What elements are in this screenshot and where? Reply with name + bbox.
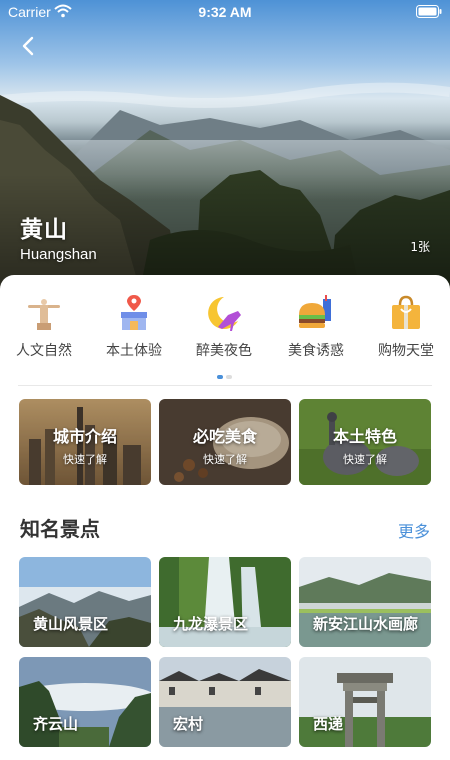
page-dot-active (217, 375, 223, 379)
attractions-grid: 黄山风景区 九龙瀑景区 新安江山水画廊 齐云山 宏村 西递 (19, 557, 432, 747)
feature-title: 必吃美食 (192, 427, 257, 446)
category-label: 人文自然 (16, 343, 72, 359)
back-button[interactable] (14, 32, 42, 60)
destination-name-en: Huangshan (20, 246, 97, 263)
feature-subtitle: 快速了解 (203, 453, 247, 466)
attraction-name: 西递 (313, 715, 344, 733)
chevron-left-icon (22, 36, 34, 56)
content-sheet: 人文自然 本土体验 醉美夜色 美食诱惑 购物天堂 城市介绍 快速了解 必吃美食 … (0, 275, 450, 760)
attraction-card[interactable]: 九龙瀑景区 (159, 557, 291, 647)
category-row: 人文自然 本土体验 醉美夜色 美食诱惑 购物天堂 (0, 293, 450, 363)
category-item[interactable]: 美食诱惑 (276, 293, 356, 363)
category-item[interactable]: 本土体验 (94, 293, 174, 363)
destination-name: 黄山 (20, 217, 68, 243)
more-link[interactable]: 更多 (398, 518, 430, 542)
category-label: 醉美夜色 (196, 343, 252, 359)
category-item[interactable]: 购物天堂 (366, 293, 446, 363)
statue-icon (28, 299, 60, 330)
feature-text: 本土特色 快速了解 (299, 423, 431, 467)
section-title: 知名景点 (20, 517, 100, 541)
feature-subtitle: 快速了解 (343, 453, 387, 466)
feature-subtitle: 快速了解 (63, 453, 107, 466)
divider (18, 385, 432, 386)
moon-heel-icon (208, 297, 241, 331)
category-item[interactable]: 人文自然 (4, 293, 84, 363)
feature-row: 城市介绍 快速了解 必吃美食 快速了解 本土特色 快速了解 (19, 399, 432, 485)
page-dot (226, 375, 232, 379)
feature-card-city[interactable]: 城市介绍 快速了解 (19, 399, 151, 485)
feature-text: 城市介绍 快速了解 (19, 423, 151, 467)
category-label: 美食诱惑 (288, 343, 344, 359)
shopping-bag-icon (392, 295, 420, 329)
burger-icon (299, 295, 331, 328)
feature-card-food[interactable]: 必吃美食 快速了解 (159, 399, 291, 485)
feature-card-local[interactable]: 本土特色 快速了解 (299, 399, 431, 485)
category-label: 本土体验 (106, 343, 162, 359)
destination-title: 黄山 Huangshan (20, 210, 97, 263)
photo-count[interactable]: 1张 (410, 238, 430, 255)
attraction-card[interactable]: 西递 (299, 657, 431, 747)
hero-banner: Carrier 9:32 AM 黄山 Huangshan 1张 (0, 0, 450, 290)
feature-title: 城市介绍 (52, 427, 117, 446)
attraction-name: 黄山风景区 (33, 615, 109, 633)
category-label: 购物天堂 (378, 343, 434, 359)
page-indicator (215, 375, 235, 379)
attraction-name: 九龙瀑景区 (173, 615, 249, 633)
status-bar: Carrier 9:32 AM (0, 0, 450, 24)
attraction-name: 齐云山 (33, 715, 79, 733)
attraction-card[interactable]: 新安江山水画廊 (299, 557, 431, 647)
battery-icon (416, 5, 442, 18)
attraction-card[interactable]: 宏村 (159, 657, 291, 747)
attraction-card[interactable]: 黄山风景区 (19, 557, 151, 647)
feature-title: 本土特色 (332, 427, 397, 446)
feature-text: 必吃美食 快速了解 (159, 423, 291, 467)
category-item[interactable]: 醉美夜色 (184, 293, 264, 363)
shop-icon (121, 295, 147, 330)
attraction-name: 宏村 (173, 715, 204, 733)
attraction-card[interactable]: 齐云山 (19, 657, 151, 747)
status-time: 9:32 AM (198, 4, 252, 20)
attraction-name: 新安江山水画廊 (313, 615, 419, 633)
